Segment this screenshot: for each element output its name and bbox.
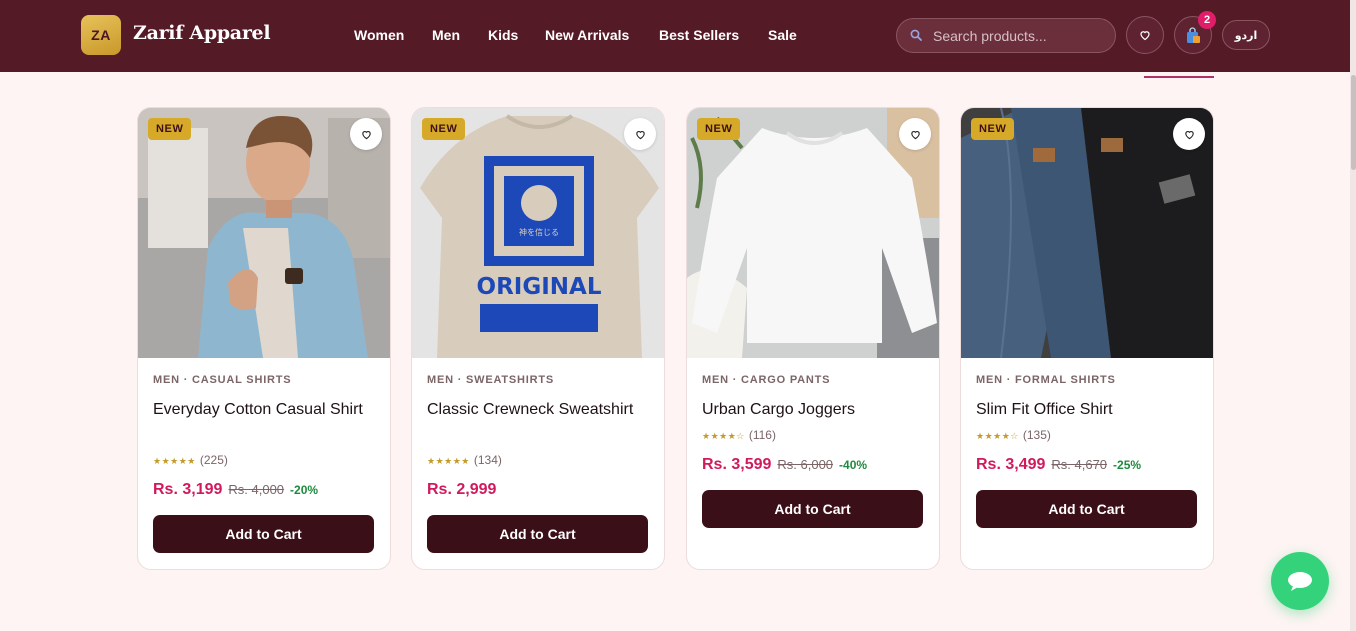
product-category: MEN · FORMAL SHIRTS: [976, 374, 1116, 386]
wishlist-toggle[interactable]: [350, 118, 382, 150]
price-row: Rs. 2,999: [427, 481, 496, 499]
price: Rs. 2,999: [427, 481, 497, 498]
star-rating-icon: ★★★★★: [153, 456, 196, 466]
brand-name[interactable]: Zarif Apparel: [133, 22, 271, 44]
product-title[interactable]: Slim Fit Office Shirt: [976, 397, 1201, 422]
product-image[interactable]: 神を信じる ORIGINAL NEW: [412, 108, 664, 358]
product-card[interactable]: NEW MEN · FORMAL SHIRTS Slim Fit Office …: [960, 107, 1214, 570]
product-title[interactable]: Urban Cargo Joggers: [702, 397, 927, 422]
wishlist-toggle[interactable]: [1173, 118, 1205, 150]
review-count: (116): [748, 428, 776, 442]
nav-sale[interactable]: Sale: [768, 27, 797, 43]
print-small-text: 神を信じる: [519, 227, 559, 237]
review-count: (135): [1022, 428, 1051, 442]
logo-badge[interactable]: ZA: [81, 15, 121, 55]
shopping-bag-icon: [1186, 26, 1200, 43]
star-rating-icon: ★★★★☆: [702, 431, 745, 441]
product-image[interactable]: NEW: [138, 108, 390, 358]
wishlist-toggle[interactable]: [899, 118, 931, 150]
site-header: ZA Zarif Apparel Women Men Kids New Arri…: [0, 0, 1356, 72]
heart-icon: [910, 130, 920, 139]
scrollbar-thumb[interactable]: [1351, 75, 1356, 170]
section-underline: [1144, 76, 1214, 78]
nav-women[interactable]: Women: [354, 27, 404, 43]
product-card[interactable]: NEW MEN · CASUAL SHIRTS Everyday Cotton …: [137, 107, 391, 570]
product-rating: ★★★★★ (225): [153, 453, 228, 467]
new-badge: NEW: [148, 118, 192, 140]
print-original-text: ORIGINAL: [477, 274, 602, 300]
heart-icon: [1184, 130, 1194, 139]
add-to-cart-button[interactable]: Add to Cart: [702, 490, 923, 528]
wishlist-button[interactable]: [1126, 16, 1164, 54]
product-image[interactable]: NEW: [687, 108, 939, 358]
cart-button[interactable]: 2: [1174, 11, 1216, 54]
old-price: Rs. 4,000: [228, 482, 285, 497]
price-row: Rs. 3,199 Rs. 4,000 -20%: [153, 481, 318, 499]
nav-new-arrivals[interactable]: New Arrivals: [545, 27, 629, 43]
price: Rs. 3,599: [702, 456, 772, 473]
search-icon: [910, 29, 922, 41]
search-input[interactable]: [933, 19, 1108, 52]
chat-bubble-icon: [1288, 572, 1312, 591]
heart-icon: [635, 130, 645, 139]
product-rating: ★★★★☆ (116): [702, 428, 776, 442]
language-toggle[interactable]: اردو: [1222, 20, 1270, 50]
heart-icon: [1140, 31, 1150, 41]
old-price: Rs. 6,000: [777, 457, 834, 472]
cart-count-badge: 2: [1198, 11, 1216, 29]
chat-button[interactable]: [1271, 552, 1329, 610]
new-badge: NEW: [422, 118, 466, 140]
price: Rs. 3,199: [153, 481, 223, 498]
nav-kids[interactable]: Kids: [488, 27, 518, 43]
review-count: (134): [473, 453, 502, 467]
product-rating: ★★★★★ (134): [427, 453, 502, 467]
old-price: Rs. 4,670: [1051, 457, 1108, 472]
product-title[interactable]: Everyday Cotton Casual Shirt: [153, 397, 378, 422]
product-category: MEN · CASUAL SHIRTS: [153, 374, 292, 386]
price-row: Rs. 3,499 Rs. 4,670 -25%: [976, 456, 1141, 474]
price-row: Rs. 3,599 Rs. 6,000 -40%: [702, 456, 867, 474]
add-to-cart-button[interactable]: Add to Cart: [427, 515, 648, 553]
new-badge: NEW: [971, 118, 1015, 140]
new-badge: NEW: [697, 118, 741, 140]
discount: -20%: [290, 483, 319, 497]
nav-best-sellers[interactable]: Best Sellers: [659, 27, 739, 43]
star-rating-icon: ★★★★★: [427, 456, 470, 466]
product-category: MEN · SWEATSHIRTS: [427, 374, 555, 386]
add-to-cart-button[interactable]: Add to Cart: [976, 490, 1197, 528]
product-card[interactable]: NEW MEN · CARGO PANTS Urban Cargo Jogger…: [686, 107, 940, 570]
wishlist-toggle[interactable]: [624, 118, 656, 150]
search-box: [896, 18, 1116, 53]
heart-icon: [361, 130, 371, 139]
discount: -25%: [1113, 458, 1142, 472]
product-category: MEN · CARGO PANTS: [702, 374, 831, 386]
product-card[interactable]: 神を信じる ORIGINAL NEW MEN · SWEATSHIRTS Cla…: [411, 107, 665, 570]
product-title[interactable]: Classic Crewneck Sweatshirt: [427, 397, 652, 422]
product-rating: ★★★★☆ (135): [976, 428, 1051, 442]
product-image[interactable]: NEW: [961, 108, 1213, 358]
price: Rs. 3,499: [976, 456, 1046, 473]
star-rating-icon: ★★★★☆: [976, 431, 1019, 441]
nav-men[interactable]: Men: [432, 27, 460, 43]
add-to-cart-button[interactable]: Add to Cart: [153, 515, 374, 553]
discount: -40%: [839, 458, 868, 472]
review-count: (225): [199, 453, 228, 467]
